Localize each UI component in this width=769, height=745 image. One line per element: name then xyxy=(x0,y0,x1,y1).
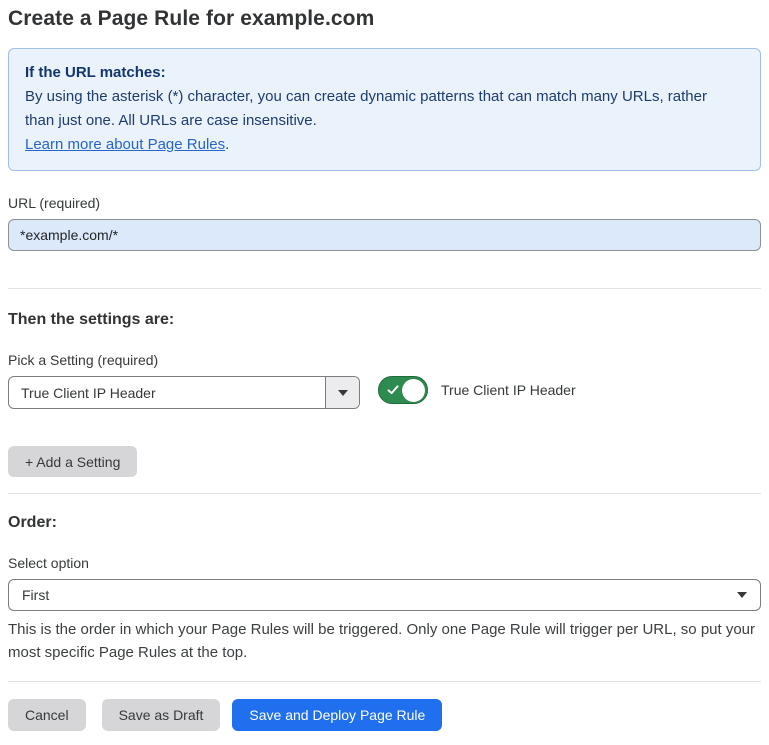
order-section-heading: Order: xyxy=(8,514,761,532)
check-icon xyxy=(387,384,399,396)
divider-before-footer xyxy=(8,681,761,682)
save-deploy-button[interactable]: Save and Deploy Page Rule xyxy=(232,699,442,731)
divider-after-url xyxy=(8,288,761,289)
pick-setting-label: Pick a Setting (required) xyxy=(8,352,761,368)
setting-picker-dropdown[interactable]: True Client IP Header xyxy=(8,376,360,409)
learn-more-link[interactable]: Learn more about Page Rules xyxy=(25,136,225,153)
url-field-label: URL (required) xyxy=(8,195,761,211)
order-select-dropdown[interactable]: First xyxy=(8,579,761,611)
order-select-value: First xyxy=(22,587,49,603)
url-input[interactable] xyxy=(8,219,761,251)
setting-row: True Client IP Header True Client IP Hea… xyxy=(8,376,761,409)
toggle-knob xyxy=(402,379,425,402)
select-option-label: Select option xyxy=(8,555,761,571)
toggle-label: True Client IP Header xyxy=(441,382,576,398)
url-matches-info-box: If the URL matches: By using the asteris… xyxy=(8,48,761,171)
order-helper-text: This is the order in which your Page Rul… xyxy=(8,618,761,664)
page-title: Create a Page Rule for example.com xyxy=(8,7,761,31)
setting-picker-arrow-button[interactable] xyxy=(325,377,359,408)
chevron-down-icon xyxy=(737,592,747,598)
add-setting-button[interactable]: + Add a Setting xyxy=(8,446,137,477)
info-box-body: By using the asterisk (*) character, you… xyxy=(25,85,740,133)
chevron-down-icon xyxy=(338,390,348,396)
footer-actions: Cancel Save as Draft Save and Deploy Pag… xyxy=(8,699,761,731)
cancel-button[interactable]: Cancel xyxy=(8,699,86,731)
settings-section-heading: Then the settings are: xyxy=(8,311,761,329)
true-client-ip-toggle[interactable] xyxy=(378,376,428,404)
link-period: . xyxy=(225,136,229,153)
divider-after-add-setting xyxy=(8,493,761,494)
info-box-heading: If the URL matches: xyxy=(25,61,744,85)
setting-picker-value: True Client IP Header xyxy=(9,377,325,408)
info-box-link-line: Learn more about Page Rules. xyxy=(25,133,744,157)
save-draft-button[interactable]: Save as Draft xyxy=(102,699,221,731)
